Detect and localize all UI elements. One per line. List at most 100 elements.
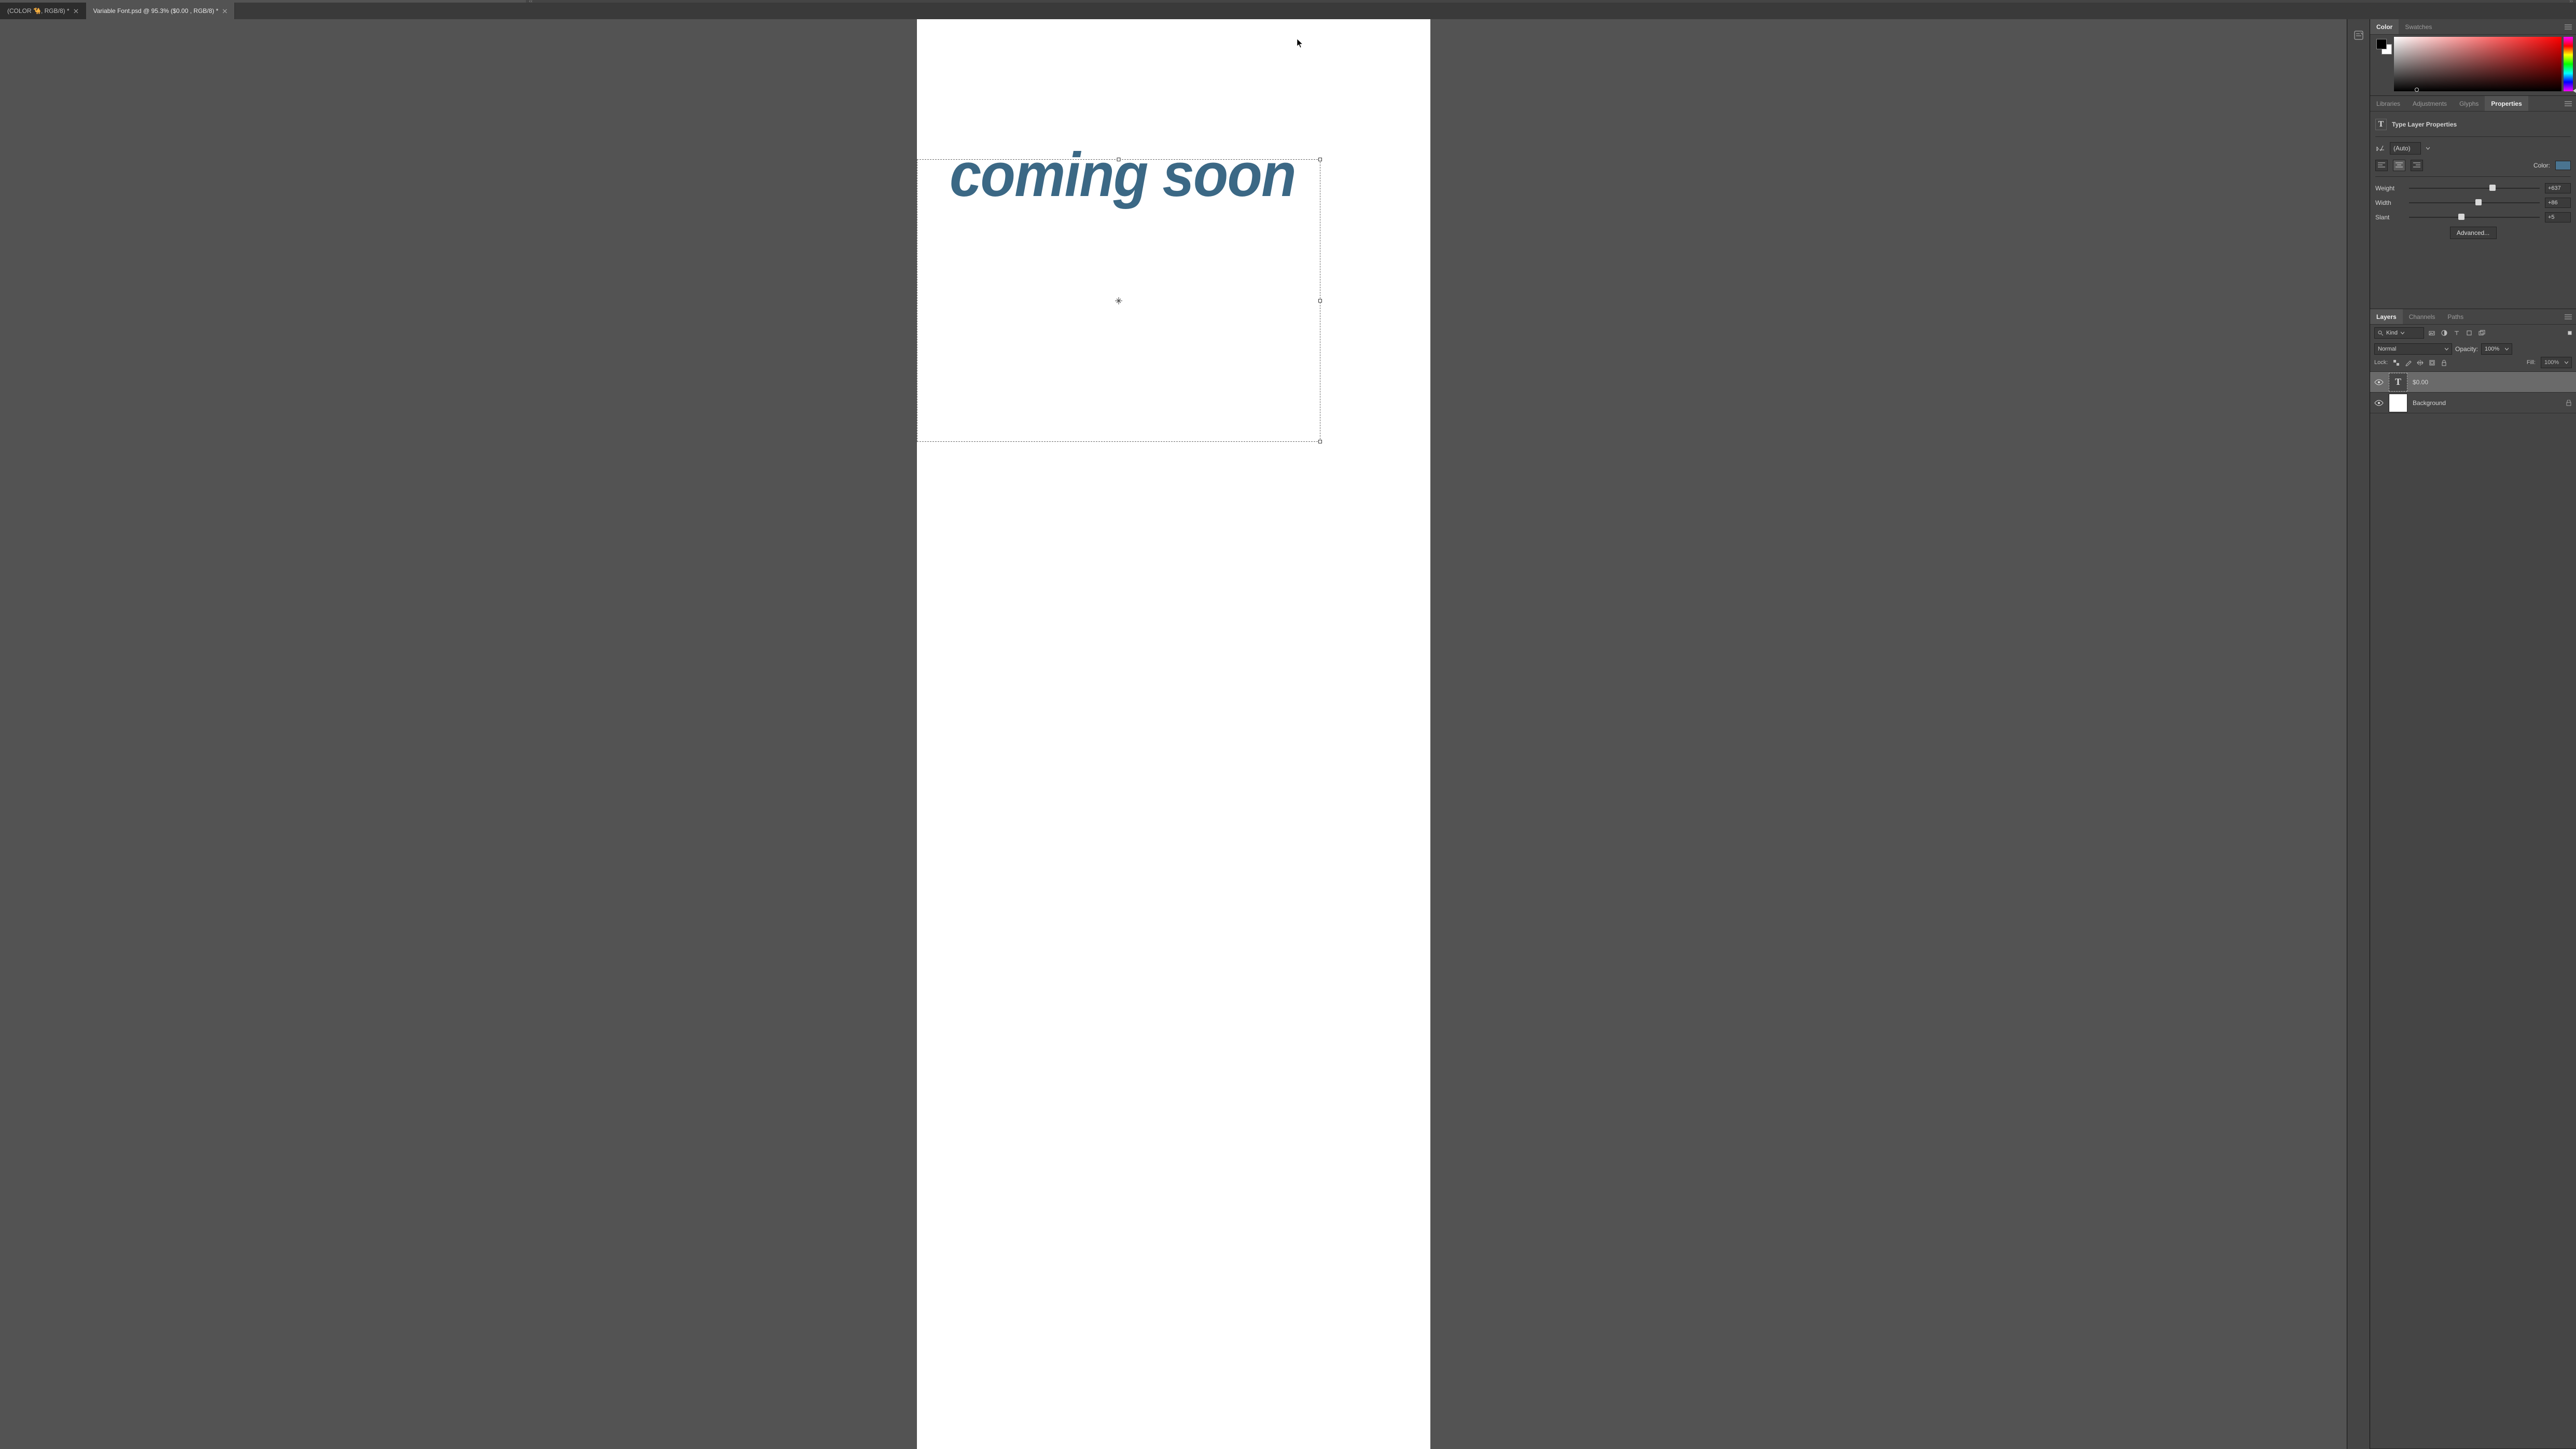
align-left-button[interactable] xyxy=(2375,160,2388,171)
chevron-down-icon[interactable] xyxy=(2426,147,2430,150)
lock-position-icon[interactable] xyxy=(2417,359,2424,366)
tab-libraries[interactable]: Libraries xyxy=(2370,96,2406,111)
chevron-down-icon xyxy=(2565,361,2568,365)
align-right-button[interactable] xyxy=(2411,160,2423,171)
transform-handle-top-right[interactable] xyxy=(1318,158,1322,161)
weight-label: Weight xyxy=(2375,185,2404,192)
panel-menu-icon[interactable] xyxy=(2560,24,2576,30)
canvas-workspace[interactable]: coming soon xyxy=(0,19,2347,1449)
transform-handle-top[interactable] xyxy=(1117,158,1120,161)
filter-smart-icon[interactable] xyxy=(2477,328,2486,338)
panel-dock-column xyxy=(2347,19,2370,1449)
properties-header: T Type Layer Properties xyxy=(2375,119,2571,130)
transform-center-icon[interactable] xyxy=(1115,297,1122,304)
foreground-color-swatch[interactable] xyxy=(2376,39,2387,49)
tracking-icon xyxy=(2375,144,2385,153)
lock-all-icon[interactable] xyxy=(2441,359,2447,366)
fill-label: Fill: xyxy=(2527,359,2536,366)
transform-handle-bottom-right[interactable] xyxy=(1318,440,1322,443)
lock-fill-row: Lock: Fill: 100% xyxy=(2370,356,2576,372)
document-tab-label: Variable Font.psd @ 95.3% ($0.00 , RGB/8… xyxy=(93,7,218,15)
filter-pixel-icon[interactable] xyxy=(2427,328,2436,338)
color-label: Color: xyxy=(2533,162,2550,169)
color-picker-cursor-icon[interactable] xyxy=(2415,88,2419,92)
opacity-value: 100% xyxy=(2485,346,2499,352)
type-layer-icon: T xyxy=(2375,119,2387,130)
chevron-down-icon xyxy=(2505,347,2509,351)
chevron-down-icon xyxy=(2401,331,2404,335)
advanced-button[interactable]: Advanced... xyxy=(2450,227,2497,239)
layer-name[interactable]: Background xyxy=(2413,399,2446,407)
blend-mode-dropdown[interactable]: Normal xyxy=(2374,343,2452,355)
filter-shape-icon[interactable] xyxy=(2464,328,2474,338)
color-hue-strip[interactable] xyxy=(2564,37,2573,91)
layer-row[interactable]: Background xyxy=(2370,393,2576,413)
tab-adjustments[interactable]: Adjustments xyxy=(2406,96,2453,111)
mouse-cursor-icon xyxy=(1297,39,1303,48)
blend-opacity-row: Normal Opacity: 100% xyxy=(2370,341,2576,356)
properties-panel-tab-row: Libraries Adjustments Glyphs Properties xyxy=(2370,96,2576,112)
transform-handle-mid-right[interactable] xyxy=(1318,299,1322,302)
right-panel-column: Color Swatches xyxy=(2370,19,2576,1449)
close-icon[interactable] xyxy=(74,9,78,13)
slant-label: Slant xyxy=(2375,214,2404,221)
weight-value-field[interactable]: +637 xyxy=(2545,183,2571,193)
close-icon[interactable] xyxy=(222,9,227,13)
panel-menu-icon[interactable] xyxy=(2560,314,2576,319)
document-tab-bar: (COLOR 🐪, RGB/8) * Variable Font.psd @ 9… xyxy=(0,3,2576,19)
layers-panel-tab-row: Layers Channels Paths xyxy=(2370,309,2576,325)
fill-field[interactable]: 100% xyxy=(2541,357,2572,368)
tab-properties[interactable]: Properties xyxy=(2485,96,2528,111)
layer-thumbnail-type-icon: T xyxy=(2389,373,2407,392)
lock-icon xyxy=(2566,400,2572,406)
tracking-value: (Auto) xyxy=(2393,145,2411,152)
color-saturation-value-picker[interactable] xyxy=(2394,37,2561,91)
document-tab-inactive[interactable]: (COLOR 🐪, RGB/8) * xyxy=(0,3,86,19)
tab-channels[interactable]: Channels xyxy=(2403,309,2442,324)
width-label: Width xyxy=(2375,199,2404,206)
layer-name[interactable]: $0.00 xyxy=(2413,379,2428,386)
width-slider[interactable] xyxy=(2409,202,2540,203)
color-panel: Color Swatches xyxy=(2370,19,2576,96)
opacity-field[interactable]: 100% xyxy=(2481,343,2512,355)
document-tab-active[interactable]: Variable Font.psd @ 95.3% ($0.00 , RGB/8… xyxy=(86,3,235,19)
foreground-background-swatch[interactable] xyxy=(2376,39,2392,54)
hue-pointer-icon[interactable] xyxy=(2573,89,2576,93)
document-tab-label: (COLOR 🐪, RGB/8) * xyxy=(7,7,69,15)
weight-slider[interactable] xyxy=(2409,188,2540,189)
panel-menu-icon[interactable] xyxy=(2560,101,2576,106)
properties-title: Type Layer Properties xyxy=(2392,121,2457,128)
filter-adjustment-icon[interactable] xyxy=(2440,328,2449,338)
tracking-dropdown[interactable]: (Auto) xyxy=(2390,142,2421,155)
tab-color[interactable]: Color xyxy=(2370,19,2399,34)
tab-glyphs[interactable]: Glyphs xyxy=(2453,96,2485,111)
align-center-button[interactable] xyxy=(2393,160,2405,171)
lock-label: Lock: xyxy=(2374,359,2388,366)
filter-toggle-switch[interactable] xyxy=(2568,331,2572,335)
layer-filter-kind-dropdown[interactable]: Kind xyxy=(2374,327,2424,339)
tab-layers[interactable]: Layers xyxy=(2370,309,2403,324)
visibility-eye-icon[interactable] xyxy=(2374,378,2384,387)
properties-panel: Libraries Adjustments Glyphs Properties … xyxy=(2370,96,2576,309)
slant-slider[interactable] xyxy=(2409,217,2540,218)
filter-type-icon[interactable] xyxy=(2452,328,2461,338)
layer-filter-row: Kind xyxy=(2370,325,2576,341)
transform-bounding-box[interactable] xyxy=(917,159,1320,442)
layer-row[interactable]: T $0.00 xyxy=(2370,372,2576,393)
visibility-eye-icon[interactable] xyxy=(2374,398,2384,408)
slant-value-field[interactable]: +5 xyxy=(2545,212,2571,222)
tab-paths[interactable]: Paths xyxy=(2441,309,2470,324)
lock-paint-icon[interactable] xyxy=(2405,359,2412,366)
lock-transparency-icon[interactable] xyxy=(2393,359,2400,366)
tab-swatches[interactable]: Swatches xyxy=(2399,19,2438,34)
opacity-label: Opacity: xyxy=(2455,345,2478,353)
lock-artboard-icon[interactable] xyxy=(2429,359,2435,366)
history-panel-icon[interactable] xyxy=(2353,30,2364,41)
layers-panel: Layers Channels Paths Kind xyxy=(2370,309,2576,1449)
search-icon xyxy=(2378,330,2383,336)
layer-list: T $0.00 Background xyxy=(2370,372,2576,1448)
document-canvas[interactable]: coming soon xyxy=(917,19,1430,1449)
fill-value: 100% xyxy=(2544,359,2559,366)
width-value-field[interactable]: +86 xyxy=(2545,198,2571,208)
text-color-swatch[interactable] xyxy=(2555,161,2571,170)
